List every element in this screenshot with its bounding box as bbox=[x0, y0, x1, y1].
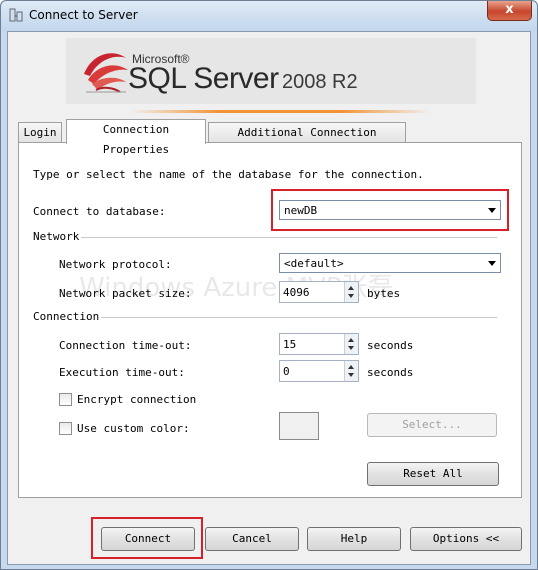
network-group-label: Network bbox=[33, 230, 80, 243]
execution-timeout-spin-buttons[interactable] bbox=[344, 361, 358, 381]
encrypt-connection-label[interactable]: Encrypt connection bbox=[77, 393, 196, 406]
tab-additional-connection-parameters[interactable]: Additional Connection Parameters bbox=[208, 122, 406, 159]
custom-color-swatch bbox=[279, 412, 319, 440]
packet-size-unit: bytes bbox=[367, 287, 401, 300]
cancel-button[interactable]: Cancel bbox=[205, 527, 299, 551]
spin-up-icon[interactable] bbox=[348, 365, 354, 369]
spin-down-icon[interactable] bbox=[348, 294, 354, 298]
product-name: SQL Server bbox=[128, 62, 279, 95]
connection-group-label: Connection bbox=[33, 310, 100, 323]
custom-color-checkbox[interactable] bbox=[59, 422, 72, 435]
packet-size-label: Network packet size: bbox=[59, 287, 192, 300]
title-bar: Connect to Server x bbox=[1, 1, 537, 31]
connect-to-server-window: Connect to Server x Microsoft® SQL Serve… bbox=[0, 0, 538, 570]
protocol-label: Network protocol: bbox=[59, 258, 172, 271]
spin-down-icon[interactable] bbox=[348, 346, 354, 350]
reset-all-button[interactable]: Reset All bbox=[367, 462, 499, 486]
packet-size-spinner[interactable]: 4096 bbox=[279, 281, 359, 303]
protocol-value: <default> bbox=[284, 257, 344, 270]
connect-highlight-box bbox=[91, 517, 203, 559]
encrypt-connection-checkbox[interactable] bbox=[59, 393, 72, 406]
spin-down-icon[interactable] bbox=[348, 373, 354, 377]
window-title: Connect to Server bbox=[29, 8, 138, 22]
select-color-button[interactable]: Select... bbox=[367, 413, 497, 437]
connection-timeout-label: Connection time-out: bbox=[59, 339, 192, 352]
connection-timeout-value: 15 bbox=[283, 338, 297, 351]
packet-size-value: 4096 bbox=[283, 286, 310, 299]
execution-timeout-label: Execution time-out: bbox=[59, 366, 185, 379]
options-button[interactable]: Options << bbox=[410, 527, 522, 551]
connection-properties-panel: Windows Azure MVP张磊 Type or select the n… bbox=[18, 142, 522, 498]
product-version: 2008 R2 bbox=[282, 71, 358, 93]
help-button[interactable]: Help bbox=[307, 527, 401, 551]
network-group-divider bbox=[81, 237, 497, 238]
execution-timeout-spinner[interactable]: 0 bbox=[279, 360, 359, 382]
banner-background: Microsoft® SQL Server 2008 R2 bbox=[66, 38, 476, 104]
spin-up-icon[interactable] bbox=[348, 286, 354, 290]
execution-timeout-unit: seconds bbox=[367, 366, 414, 379]
connection-group-divider bbox=[101, 317, 497, 318]
tab-login[interactable]: Login bbox=[18, 122, 62, 143]
database-highlight-box bbox=[271, 189, 509, 231]
connection-timeout-spinner[interactable]: 15 bbox=[279, 333, 359, 355]
connection-timeout-spin-buttons[interactable] bbox=[344, 334, 358, 354]
product-banner: Microsoft® SQL Server 2008 R2 bbox=[8, 32, 530, 113]
close-icon: x bbox=[505, 2, 514, 17]
tab-connection-properties[interactable]: Connection Properties bbox=[66, 119, 206, 156]
connection-timeout-unit: seconds bbox=[367, 339, 414, 352]
protocol-combobox[interactable]: <default> bbox=[279, 253, 501, 273]
close-button[interactable]: x bbox=[487, 1, 532, 21]
database-label: Connect to database: bbox=[33, 205, 166, 218]
execution-timeout-value: 0 bbox=[283, 365, 290, 378]
banner-accent-line bbox=[130, 110, 430, 113]
server-connect-icon bbox=[9, 8, 23, 22]
packet-size-spin-buttons[interactable] bbox=[344, 282, 358, 302]
dialog-client-area: Microsoft® SQL Server 2008 R2 Login Conn… bbox=[7, 31, 531, 565]
spin-up-icon[interactable] bbox=[348, 338, 354, 342]
instruction-text: Type or select the name of the database … bbox=[33, 168, 424, 181]
sql-server-logo-icon bbox=[84, 53, 128, 93]
custom-color-label[interactable]: Use custom color: bbox=[77, 422, 190, 435]
chevron-down-icon[interactable] bbox=[488, 261, 496, 266]
